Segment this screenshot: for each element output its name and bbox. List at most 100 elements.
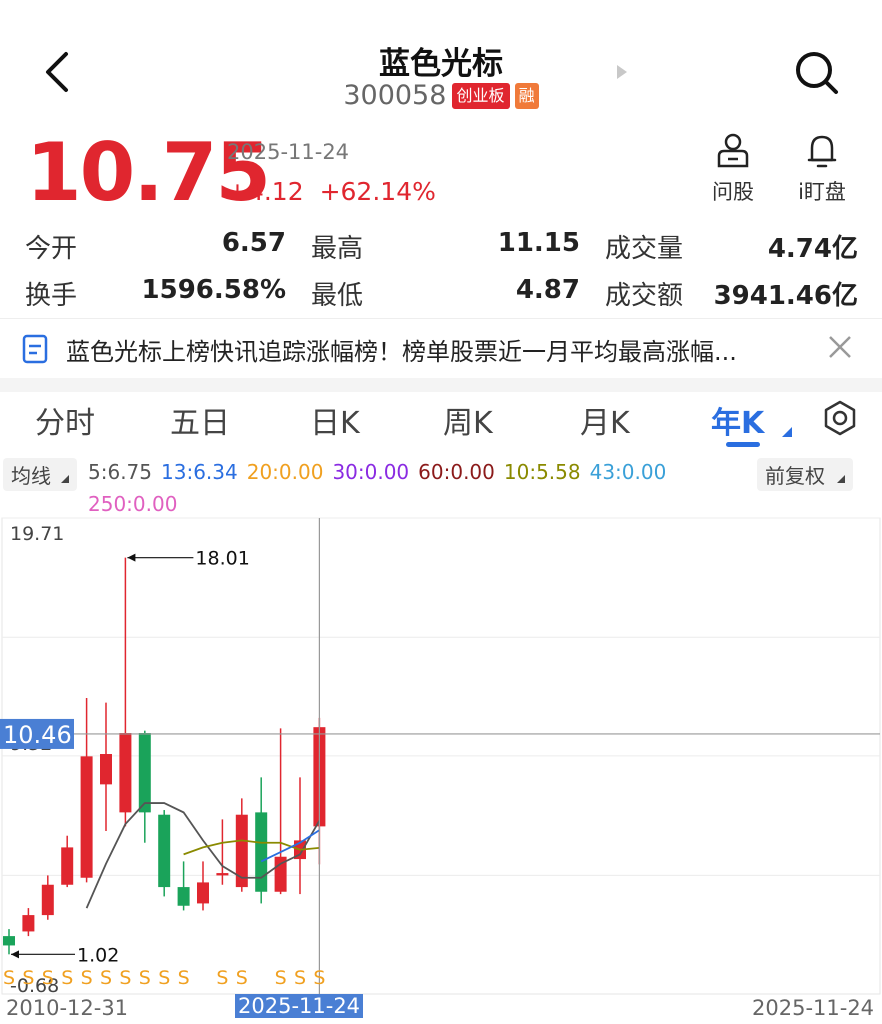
section-divider (0, 378, 882, 392)
candle-body (80, 756, 93, 878)
change-amount: +4.12 (227, 177, 304, 206)
ma-value-item: 10:5.58 (503, 460, 581, 484)
ma-value-item: 43:0.00 (589, 460, 667, 484)
bell-icon (807, 135, 837, 168)
min-annotation-arrow (11, 950, 19, 959)
ma-value-item: 250:0.00 (88, 492, 178, 516)
close-icon (829, 336, 851, 358)
candle-body (158, 814, 171, 888)
tab-monthly-k[interactable]: 月K (580, 398, 630, 442)
stock-code-row: 300058 创业板 融 (0, 80, 882, 112)
amount-label: 成交额 (605, 281, 684, 311)
candle-body (138, 733, 151, 813)
tab-dropdown-icon (782, 422, 792, 441)
max-annotation-label: 18.01 (195, 548, 249, 570)
news-doc-icon (22, 334, 48, 368)
ma-value-item: 30:0.00 (332, 460, 410, 484)
news-text[interactable]: 蓝色光标上榜快讯追踪涨幅榜！榜单股票近一月平均最高涨幅... (66, 332, 737, 367)
signal-s-mark: S (42, 967, 54, 989)
ma-values-row: 5:6.75 13:6.34 20:0.00 30:0.00 60:0.00 10:5.5… (88, 460, 675, 484)
x-axis-end-label: 2025-11-24 (752, 996, 875, 1020)
change-percent: +62.14% (319, 177, 436, 206)
signal-s-mark: S (81, 967, 93, 989)
candle-body (22, 915, 35, 932)
quote-date: 2025-11-24 (227, 140, 350, 164)
ma-value-item: 20:0.00 (246, 460, 324, 484)
ma-value-item: 60:0.00 (418, 460, 495, 484)
news-close-button[interactable] (826, 333, 854, 365)
candle-body (119, 733, 132, 813)
signal-s-mark: S (178, 967, 190, 989)
board-badge: 创业板 (451, 82, 510, 109)
stock-code: 300058 (343, 80, 447, 111)
signal-s-mark: S (236, 967, 248, 989)
candle-body (3, 936, 15, 946)
signal-s-mark: S (3, 967, 15, 989)
triangle-right-icon (617, 65, 627, 79)
ma-250-value: 250:0.00 (88, 492, 177, 516)
ask-stock-label: 问股 (712, 180, 754, 204)
ma-value-item: 5:6.75 (88, 460, 152, 484)
low-value: 4.87 (515, 275, 580, 305)
person-chat-icon (717, 133, 749, 168)
adjust-selector-label: 前复权 (765, 464, 825, 488)
corner-triangle-icon (837, 475, 846, 483)
signal-s-mark: S (22, 967, 34, 989)
x-axis-cursor-label: 2025-11-24 (235, 994, 364, 1018)
watch-button[interactable]: i盯盘 (782, 132, 862, 206)
ma-selector[interactable]: 均线 (3, 458, 78, 491)
open-label: 今开 (25, 234, 78, 264)
candle-body (216, 873, 229, 876)
amount-value: 3941.46亿 (713, 281, 858, 311)
adjust-selector[interactable]: 前复权 (757, 458, 854, 491)
watch-label: i盯盘 (798, 180, 846, 204)
signal-s-mark: S (313, 967, 325, 989)
volume-label: 成交量 (605, 234, 684, 264)
signal-s-mark: S (139, 967, 151, 989)
y-axis-label-top: 19.71 (10, 523, 64, 545)
stock-name-title: 蓝色光标 (379, 46, 503, 82)
candlestick-chart[interactable]: 19.719.52-0.6810.4618.011.02SSSSSSSSSSSS… (0, 516, 882, 1024)
candle-body (255, 812, 268, 892)
signal-s-mark: S (119, 967, 131, 989)
signal-s-mark: S (294, 967, 306, 989)
signal-s-mark: S (275, 967, 287, 989)
signal-s-mark: S (61, 967, 73, 989)
search-icon (796, 52, 838, 94)
chart-settings-button[interactable] (822, 400, 858, 440)
high-label: 最高 (311, 234, 364, 264)
tab-daily-k[interactable]: 日K (310, 398, 360, 442)
signal-s-mark: S (216, 967, 228, 989)
candle-body (41, 884, 54, 916)
max-annotation-arrow (127, 553, 136, 562)
margin-badge: 融 (514, 82, 539, 109)
signal-s-mark: S (100, 967, 112, 989)
candle-body (197, 882, 209, 904)
high-value: 11.15 (497, 228, 580, 258)
tab-intraday[interactable]: 分时 (35, 398, 95, 442)
volume-value: 4.74亿 (767, 234, 858, 264)
ma-selector-label: 均线 (11, 464, 51, 488)
tab-weekly-k[interactable]: 周K (443, 398, 493, 442)
signal-s-mark: S (158, 967, 170, 989)
min-annotation-label: 1.02 (77, 944, 119, 966)
search-button[interactable] (794, 50, 840, 96)
candle-body (100, 754, 112, 785)
candle-body (177, 887, 190, 906)
next-stock-arrow[interactable] (615, 64, 629, 84)
corner-triangle-icon (61, 475, 70, 483)
crosshair-value-label: 10.46 (3, 721, 72, 749)
turnover-label: 换手 (25, 281, 78, 311)
settings-hexagon-icon (824, 400, 856, 436)
open-value: 6.57 (221, 228, 286, 258)
price-change: +4.12 +62.14% (227, 177, 436, 206)
ma-value-item: 13:6.34 (161, 460, 238, 484)
candle-body (61, 847, 74, 885)
tab-five-day[interactable]: 五日 (170, 398, 230, 442)
x-axis-start-label: 2010-12-31 (6, 996, 129, 1020)
ask-stock-button[interactable]: 问股 (693, 132, 773, 206)
tab-yearly-k[interactable]: 年K (711, 398, 764, 442)
turnover-value: 1596.58% (141, 275, 286, 305)
tab-active-indicator (726, 442, 760, 447)
low-label: 最低 (311, 281, 364, 311)
